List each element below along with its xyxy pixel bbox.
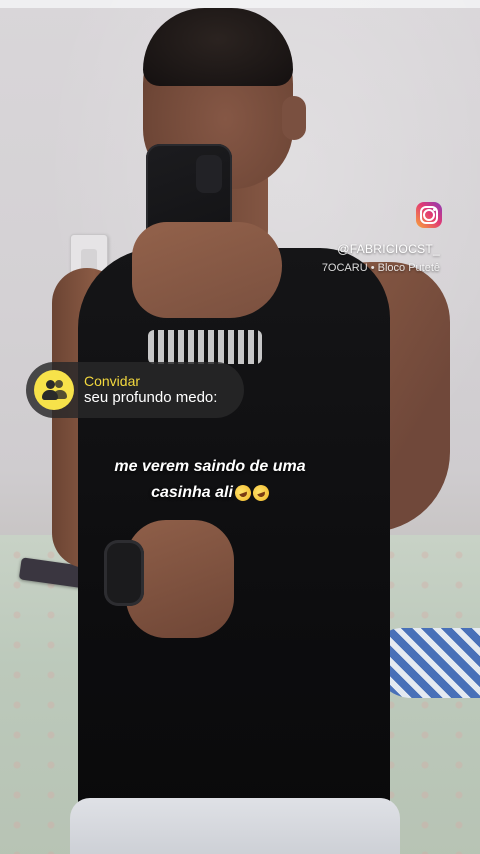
laughing-emoji-icon	[232, 482, 254, 504]
shirt-print	[148, 330, 262, 364]
caption-line-2: casinha ali	[151, 484, 233, 501]
phone-camera	[196, 155, 222, 193]
story-photo	[0, 0, 480, 854]
instagram-icon	[416, 202, 442, 228]
person-ear	[282, 96, 306, 140]
wrist-watch	[104, 540, 144, 606]
invite-sticker[interactable]: Convidar seu profundo medo:	[26, 362, 244, 418]
invite-label: Convidar	[84, 373, 141, 390]
invite-text: seu profundo medo:	[84, 389, 218, 407]
caption-line-1: me verem saindo de uma	[114, 458, 306, 475]
person-right-hand	[132, 222, 282, 318]
location-label: 7OCARU • Bloco Putetê	[321, 262, 440, 274]
username-handle[interactable]: @FABRICIOCST_	[337, 242, 440, 256]
laughing-emoji-icon	[250, 482, 272, 504]
story-caption: me verem saindo de uma casinha ali	[60, 454, 360, 506]
shorts	[70, 798, 400, 854]
group-people-icon	[34, 370, 74, 410]
laughing-emoji-pair	[232, 482, 272, 504]
